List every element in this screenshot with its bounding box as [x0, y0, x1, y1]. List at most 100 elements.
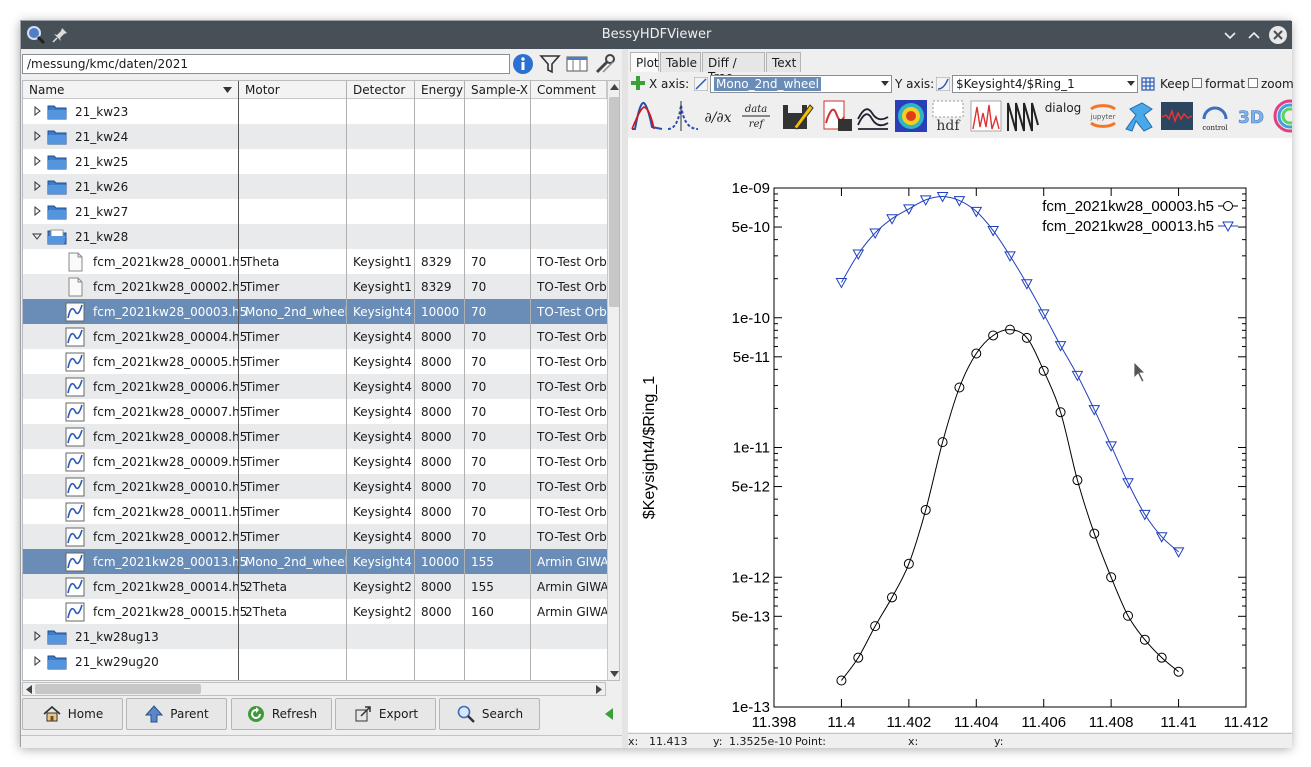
keep-checkbox[interactable]: [1192, 78, 1202, 88]
jupyter-icon[interactable]: jupyter: [1086, 99, 1120, 133]
export-plot-icon[interactable]: [820, 99, 854, 133]
3d-plot-icon[interactable]: 3D: [1234, 99, 1268, 133]
vertical-scroll-thumb[interactable]: [609, 97, 619, 307]
cell-name: fcm_2021kw28_00002.h5: [93, 280, 248, 294]
cell-motor: Timer: [245, 280, 280, 294]
columns-icon[interactable]: [565, 52, 589, 76]
tree-file-row[interactable]: fcm_2021kw28_00009.h5 Timer Keysight4 8000 7…: [23, 449, 607, 474]
tree-folder-row[interactable]: 21_kw24: [23, 124, 607, 149]
svg-text:3D: 3D: [1238, 108, 1264, 128]
sawtooth-icon[interactable]: [1006, 99, 1040, 133]
collapsed-arrow-icon[interactable]: [32, 156, 42, 166]
cell-name: fcm_2021kw28_00012.h5: [93, 530, 248, 544]
tree-file-row[interactable]: fcm_2021kw28_00015.h5 2Theta Keysight2 8000…: [23, 599, 607, 624]
waterfall-icon[interactable]: [856, 99, 890, 133]
plot-file-icon: [65, 302, 85, 322]
tree-file-row[interactable]: fcm_2021kw28_00012.h5 Timer Keysight4 8000 7…: [23, 524, 607, 549]
gaussian-fit-icon[interactable]: [666, 99, 700, 133]
collapsed-arrow-icon[interactable]: [32, 131, 42, 141]
hdf-icon[interactable]: hdf: [931, 99, 965, 133]
home-button[interactable]: Home: [22, 698, 123, 730]
spectrum-icon[interactable]: [969, 99, 1003, 133]
filter-icon[interactable]: [538, 52, 562, 76]
tree-file-row[interactable]: fcm_2021kw28_00004.h5 Timer Keysight4 8000 7…: [23, 324, 607, 349]
cell-detector: Keysight4: [353, 555, 412, 569]
peak-fit-icon[interactable]: [630, 99, 664, 133]
export-button[interactable]: Export: [335, 698, 436, 730]
column-header-detector[interactable]: Detector: [347, 81, 415, 99]
collapsed-arrow-icon[interactable]: [32, 631, 42, 641]
column-header-comment[interactable]: Comment: [531, 81, 607, 99]
tree-file-row[interactable]: fcm_2021kw28_00003.h5 Mono_2nd_wheel Keysi…: [23, 299, 607, 324]
control-icon[interactable]: control: [1198, 99, 1232, 133]
tree-file-row[interactable]: fcm_2021kw28_00013.h5 Mono_2nd_wheel Keysi…: [23, 549, 607, 574]
scroll-up-icon[interactable]: [610, 83, 619, 91]
column-header-energy[interactable]: Energy: [415, 81, 465, 99]
refresh-button[interactable]: Refresh: [231, 698, 332, 730]
colorwheel-icon[interactable]: [1272, 99, 1292, 133]
tree-file-row[interactable]: fcm_2021kw28_00010.h5 Timer Keysight4 8000 7…: [23, 474, 607, 499]
add-plus-icon[interactable]: [631, 76, 645, 90]
tree-folder-row[interactable]: 21_kw28: [23, 224, 607, 249]
chart[interactable]: 11.398 11.4 11.402 11.404 11.406 11.408 11.41 1…: [628, 138, 1292, 732]
derivative-icon[interactable]: ∂/∂x: [701, 99, 735, 133]
tree-file-row[interactable]: fcm_2021kw28_00002.h5 Timer Keysight1 8329 7…: [23, 274, 607, 299]
tree-file-row[interactable]: fcm_2021kw28_00007.h5 Timer Keysight4 8000 7…: [23, 399, 607, 424]
column-header-samplex[interactable]: Sample-X: [465, 81, 531, 99]
column-header-motor[interactable]: Motor: [239, 81, 347, 99]
data-ref-icon[interactable]: data ref: [739, 99, 773, 133]
scroll-down-icon[interactable]: [610, 670, 619, 678]
column-header-name[interactable]: Name: [23, 81, 239, 99]
cell-detector: [347, 649, 415, 674]
parent-button[interactable]: Parent: [126, 698, 227, 730]
tree-folder-row[interactable]: 21_kw29ug20: [23, 649, 607, 674]
cell-samplex: 70: [471, 355, 487, 369]
close-icon[interactable]: [1267, 24, 1289, 46]
tab-text[interactable]: Text: [766, 52, 801, 72]
tree-file-row[interactable]: fcm_2021kw28_00008.h5 Timer Keysight4 8000 7…: [23, 424, 607, 449]
tree-file-row[interactable]: fcm_2021kw28_00006.h5 Timer Keysight4 8000 7…: [23, 374, 607, 399]
plot-area[interactable]: 11.398 11.4 11.402 11.404 11.406 11.408 11.41 1…: [628, 138, 1292, 732]
scroll-left-icon[interactable]: [25, 685, 33, 694]
format-checkbox[interactable]: [1248, 78, 1258, 88]
tree-file-row[interactable]: fcm_2021kw28_00005.h5 Timer Keysight4 8000 7…: [23, 349, 607, 374]
y-axis-combo[interactable]: $Keysight4/$Ring_1: [952, 75, 1138, 93]
tab-plot[interactable]: Plot: [630, 52, 659, 72]
tab-diff-tree[interactable]: Diff / Tree: [702, 52, 765, 84]
x-axis-combo[interactable]: Mono_2nd_wheel: [710, 75, 892, 93]
scroll-right-icon[interactable]: [595, 685, 603, 694]
fit-tool-icon[interactable]: [1122, 99, 1156, 133]
expanded-arrow-icon[interactable]: [32, 231, 42, 241]
search-button[interactable]: Search: [439, 698, 540, 730]
file-tree[interactable]: Name Motor Detector Energy Sample-X Comm…: [22, 80, 620, 681]
tree-file-row[interactable]: fcm_2021kw28_00001.h5 Theta Keysight1 8329 7…: [23, 249, 607, 274]
collapsed-arrow-icon[interactable]: [32, 656, 42, 666]
maximize-icon[interactable]: [1243, 24, 1265, 46]
collapsed-arrow-icon[interactable]: [32, 181, 42, 191]
path-field[interactable]: /messung/kmc/daten/2021: [22, 54, 510, 74]
tree-file-row[interactable]: fcm_2021kw28_00011.h5 Timer Keysight4 8000 7…: [23, 499, 607, 524]
tab-table[interactable]: Table: [660, 52, 701, 72]
vertical-scrollbar[interactable]: [607, 81, 619, 680]
collapsed-arrow-icon[interactable]: [32, 106, 42, 116]
dialog-icon[interactable]: dialog: [1043, 99, 1083, 133]
settings-tools-icon[interactable]: [593, 52, 617, 76]
tree-folder-row[interactable]: 21_kw25: [23, 149, 607, 174]
tree-folder-row[interactable]: 21_kw23: [23, 99, 607, 124]
horizontal-scrollbar[interactable]: [22, 682, 606, 696]
tree-folder-row[interactable]: 21_kw27: [23, 199, 607, 224]
scope-icon[interactable]: [1160, 99, 1194, 133]
heatmap-icon[interactable]: [894, 99, 928, 133]
minimize-icon[interactable]: [1219, 24, 1241, 46]
plot-file-icon: [65, 352, 85, 372]
horizontal-scroll-thumb[interactable]: [35, 684, 201, 694]
tree-file-row[interactable]: fcm_2021kw28_00014.h5 2Theta Keysight2 8000…: [23, 574, 607, 599]
save-pdf-icon[interactable]: [780, 99, 814, 133]
tree-folder-row[interactable]: 21_kw28ug13: [23, 624, 607, 649]
grid-icon[interactable]: [1141, 77, 1155, 91]
tree-folder-row[interactable]: 21_kw26: [23, 174, 607, 199]
collapse-panel-icon[interactable]: [604, 708, 614, 720]
info-icon[interactable]: [511, 52, 535, 76]
folder-icon: [47, 155, 67, 170]
collapsed-arrow-icon[interactable]: [32, 206, 42, 216]
